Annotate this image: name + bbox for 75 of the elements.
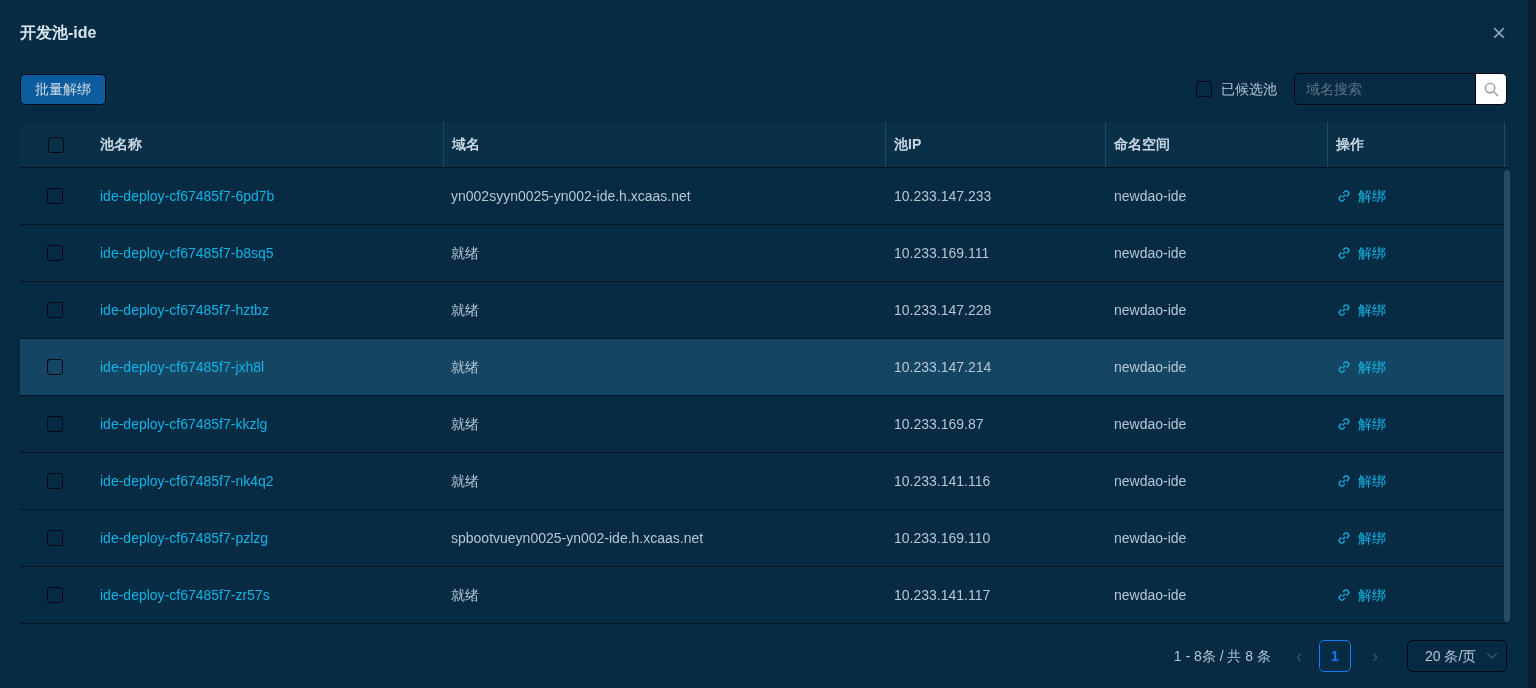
table-cell: 10.233.147.233: [894, 188, 992, 204]
table-cell: newdao-ide: [1114, 359, 1187, 375]
table-cell: 10.233.147.214: [894, 359, 992, 375]
column-header: 池名称: [100, 135, 142, 154]
unbind-link[interactable]: 解绑: [1337, 527, 1386, 549]
table-cell: 10.233.169.111: [894, 245, 990, 261]
link-icon: [1337, 246, 1351, 260]
link-icon: [1337, 189, 1351, 203]
scrollbar[interactable]: [1504, 170, 1510, 622]
checkbox[interactable]: [47, 530, 63, 546]
search-field[interactable]: 域名搜索: [1294, 73, 1475, 105]
table-cell: newdao-ide: [1114, 416, 1187, 432]
table-cell: 10.233.169.87: [894, 416, 984, 432]
pool-name-link[interactable]: ide-deploy-cf67485f7-zr57s: [100, 587, 270, 603]
link-icon: [1337, 474, 1351, 488]
link-icon: [1337, 360, 1351, 374]
column-header: 操作: [1336, 135, 1364, 154]
batch-unbind-button[interactable]: 批量解绑: [20, 73, 106, 105]
checkbox[interactable]: [47, 359, 63, 375]
table-cell: newdao-ide: [1114, 188, 1187, 204]
checkbox[interactable]: [47, 245, 63, 261]
unbind-link[interactable]: 解绑: [1337, 413, 1386, 435]
unbind-link[interactable]: 解绑: [1337, 470, 1386, 492]
table-cell: yn002syyn0025-yn002-ide.h.xcaas.net: [451, 188, 691, 204]
table-cell: 10.233.141.116: [894, 473, 991, 489]
table-cell: 就绪: [451, 416, 479, 432]
unbind-link[interactable]: 解绑: [1337, 185, 1386, 207]
column-header: 池IP: [894, 135, 922, 154]
checkbox[interactable]: [48, 136, 64, 153]
column-header: 域名: [452, 135, 480, 154]
table-cell: newdao-ide: [1114, 587, 1187, 603]
table-cell: newdao-ide: [1114, 245, 1187, 261]
close-button[interactable]: ×: [1492, 21, 1506, 45]
table-cell: 就绪: [451, 245, 479, 261]
dialog-title: 开发池-ide: [20, 23, 97, 43]
unbind-link[interactable]: 解绑: [1337, 242, 1386, 264]
table-cell: 10.233.141.117: [894, 587, 991, 603]
chevron-down-icon: [1486, 652, 1498, 660]
checkbox[interactable]: [47, 416, 63, 432]
checkbox[interactable]: [47, 473, 63, 489]
checkbox[interactable]: [47, 302, 63, 318]
table-cell: newdao-ide: [1114, 302, 1187, 318]
table-cell: 就绪: [451, 302, 479, 318]
pool-name-link[interactable]: ide-deploy-cf67485f7-6pd7b: [100, 188, 275, 204]
table-cell: 就绪: [451, 587, 479, 603]
link-icon: [1337, 417, 1351, 431]
page-summary: 1 - 8条 / 共 8 条: [1173, 646, 1271, 666]
pool-name-link[interactable]: ide-deploy-cf67485f7-nk4q2: [100, 473, 274, 489]
filter-label: 已候选池: [1221, 79, 1277, 99]
checkbox[interactable]: [1196, 81, 1212, 97]
checkbox[interactable]: [47, 188, 63, 204]
search-button[interactable]: [1475, 73, 1507, 105]
link-icon: [1337, 531, 1351, 545]
pool-name-link[interactable]: ide-deploy-cf67485f7-pzlzg: [100, 530, 269, 546]
table-cell: 就绪: [451, 473, 479, 489]
link-icon: [1337, 303, 1351, 317]
table-cell: newdao-ide: [1114, 473, 1187, 489]
unbind-link[interactable]: 解绑: [1337, 299, 1386, 321]
table-cell: 就绪: [451, 359, 479, 375]
table-cell: 10.233.169.110: [894, 530, 991, 546]
table-cell: 10.233.147.228: [894, 302, 992, 318]
link-icon: [1337, 588, 1351, 602]
unbind-link[interactable]: 解绑: [1337, 584, 1386, 606]
page-button[interactable]: 1: [1319, 640, 1351, 672]
pool-name-link[interactable]: ide-deploy-cf67485f7-jxh8l: [100, 359, 265, 375]
pool-name-link[interactable]: ide-deploy-cf67485f7-kkzlg: [100, 416, 268, 432]
search-icon: [1483, 81, 1499, 97]
column-header: 命名空间: [1114, 135, 1170, 154]
pool-name-link[interactable]: ide-deploy-cf67485f7-hztbz: [100, 302, 269, 318]
pool-name-link[interactable]: ide-deploy-cf67485f7-b8sq5: [100, 245, 274, 261]
checkbox[interactable]: [47, 587, 63, 603]
table-cell: spbootvueyn0025-yn002-ide.h.xcaas.net: [451, 530, 704, 546]
unbind-link[interactable]: 解绑: [1337, 356, 1386, 378]
page-size-select[interactable]: 20 条/页: [1407, 640, 1507, 672]
table-cell: newdao-ide: [1114, 530, 1187, 546]
